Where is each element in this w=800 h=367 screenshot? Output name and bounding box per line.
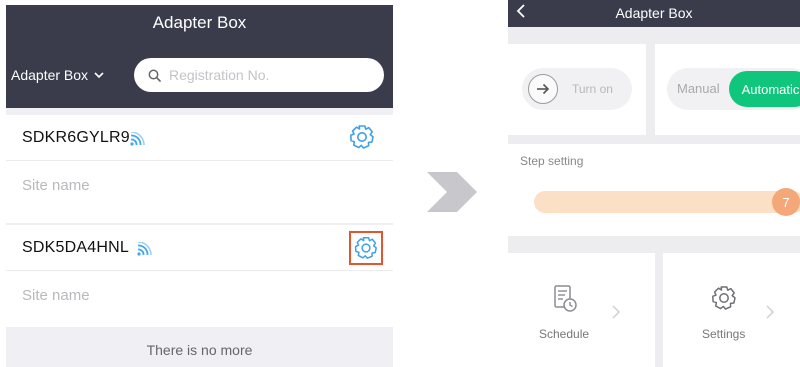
page-title: Adapter Box [615,5,693,21]
step-setting-panel: Step setting 7 [508,144,800,236]
device-list-screen: Adapter Box Adapter Box SDKR6GYLR9 [6,5,393,367]
divider [6,160,393,161]
turn-on-button[interactable]: Turn on [522,68,632,110]
mode-automatic-option[interactable]: Automatic [729,71,800,107]
list-end-message: There is no more [146,342,253,358]
power-panel: Turn on [508,44,646,135]
schedule-icon [554,285,577,312]
schedule-tile[interactable]: Schedule [508,253,655,367]
chevron-right-icon [766,305,774,319]
step-slider-track[interactable] [534,191,800,213]
mode-manual-option[interactable]: Manual [677,81,720,96]
device-settings-button-highlighted[interactable] [349,231,383,265]
site-name-field[interactable]: Site name [22,287,90,304]
device-settings-button[interactable] [345,120,379,154]
list-header: Adapter Box Adapter Box [6,5,393,108]
divider [6,270,393,271]
site-name-field[interactable]: Site name [22,177,90,194]
gear-icon [350,125,374,149]
page-title: Adapter Box [152,13,247,32]
device-row[interactable]: SDKR6GYLR9 [6,115,393,160]
mode-toggle[interactable]: Manual Automatic [667,68,800,110]
transition-arrow-icon [427,172,477,212]
gear-icon [354,237,377,259]
device-id: SDK5DA4HNL [22,239,129,256]
registration-search-input[interactable] [169,67,369,83]
step-slider-knob[interactable]: 7 [772,188,800,216]
turn-on-label: Turn on [572,82,613,96]
device-control-screen: Adapter Box Turn on Manual Automatic Ste… [508,0,800,367]
wifi-signal-icon [137,242,152,256]
wifi-signal-icon [130,132,145,146]
mode-panel: Manual Automatic [655,44,800,135]
arrow-right-icon [537,83,550,95]
device-type-dropdown[interactable]: Adapter Box [11,67,104,83]
turn-on-circle [528,74,558,104]
device-card: SDK5DA4HNL Site name [6,225,393,327]
device-card: SDKR6GYLR9 Site name [6,115,393,223]
chevron-down-icon [94,71,104,78]
device-id: SDKR6GYLR9 [22,129,130,146]
search-bar[interactable] [134,58,384,92]
control-header: Adapter Box [508,0,800,27]
settings-label: Settings [702,327,746,341]
search-icon [148,69,161,82]
chevron-right-icon [612,305,620,319]
step-setting-label: Step setting [520,154,584,168]
gear-icon [712,286,736,310]
settings-tile[interactable]: Settings [663,253,800,367]
device-type-label: Adapter Box [11,67,89,83]
schedule-label: Schedule [539,327,590,341]
device-row[interactable]: SDK5DA4HNL [6,225,393,270]
